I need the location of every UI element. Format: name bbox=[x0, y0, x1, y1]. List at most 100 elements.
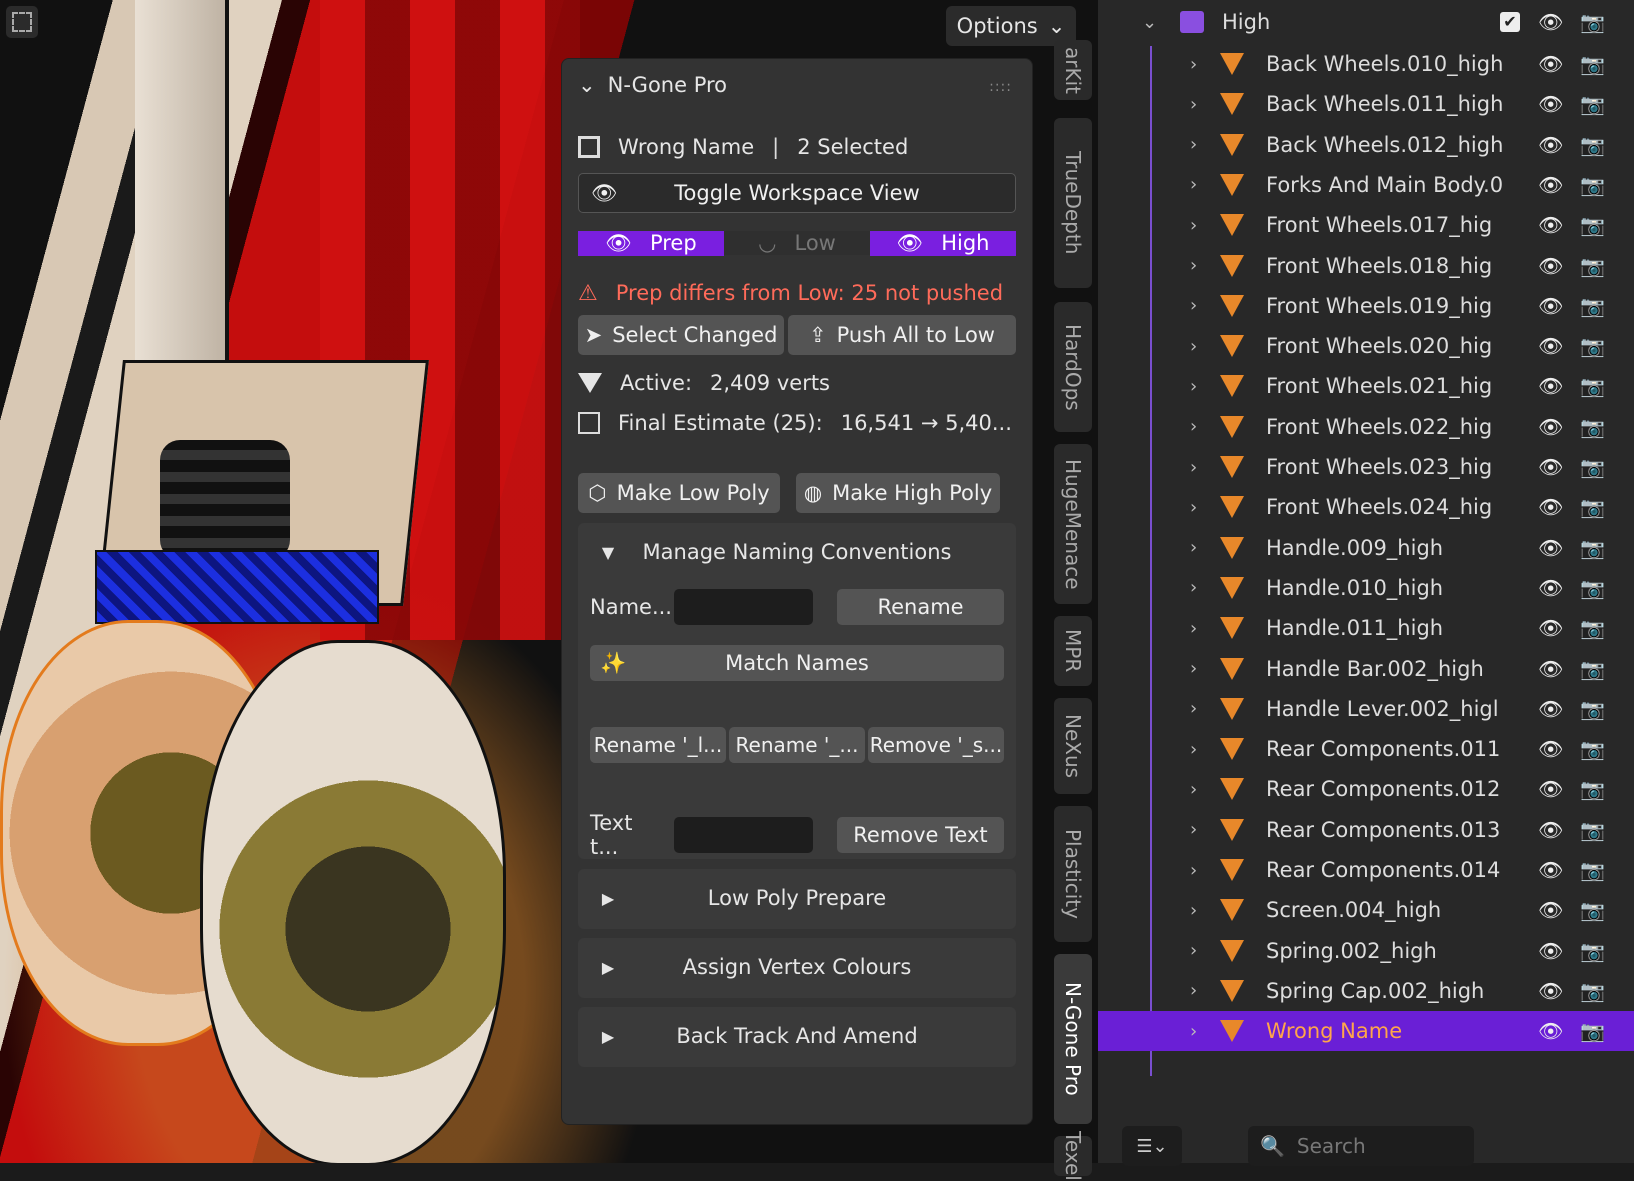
outliner-item[interactable]: › Handle.010_high 👁 📷 bbox=[1098, 568, 1634, 608]
camera-icon[interactable]: 📷 bbox=[1580, 777, 1605, 801]
outliner-item[interactable]: › Rear Components.012 👁 📷 bbox=[1098, 769, 1634, 809]
camera-icon[interactable]: 📷 bbox=[1580, 536, 1605, 560]
panel-header[interactable]: ⌄ N-Gone Pro bbox=[578, 73, 727, 97]
chevron-right-icon[interactable]: › bbox=[1190, 980, 1197, 1001]
eye-icon[interactable]: 👁 bbox=[1538, 173, 1563, 197]
tab-hugemenace[interactable]: HugeMenace bbox=[1054, 444, 1092, 604]
chevron-right-icon[interactable]: › bbox=[1190, 819, 1197, 840]
drag-grip-icon[interactable]: :::: bbox=[989, 79, 1012, 95]
camera-icon[interactable]: 📷 bbox=[1580, 133, 1605, 157]
chevron-right-icon[interactable]: › bbox=[1190, 255, 1197, 276]
chevron-right-icon[interactable]: › bbox=[1190, 215, 1197, 236]
collection-row-high[interactable]: ⌄ High ✔ 👁 📷 bbox=[1098, 2, 1634, 42]
tab-nexus[interactable]: NeXus bbox=[1054, 698, 1092, 794]
camera-icon[interactable]: 📷 bbox=[1580, 979, 1605, 1003]
select-changed-button[interactable]: ➤ Select Changed bbox=[578, 315, 784, 355]
chevron-right-icon[interactable]: › bbox=[1190, 658, 1197, 679]
make-high-poly-button[interactable]: ◍ Make High Poly bbox=[796, 473, 1000, 513]
tab-n-gone-pro[interactable]: N-Gone Pro bbox=[1054, 954, 1092, 1124]
remove-s-button[interactable]: Remove '_s... bbox=[868, 727, 1004, 763]
camera-icon[interactable]: 📷 bbox=[1580, 1019, 1605, 1043]
camera-icon[interactable]: 📷 bbox=[1580, 737, 1605, 761]
eye-icon[interactable]: 👁 bbox=[1538, 979, 1563, 1003]
eye-icon[interactable]: 👁 bbox=[1538, 10, 1563, 34]
chevron-right-icon[interactable]: › bbox=[1190, 779, 1197, 800]
chevron-right-icon[interactable]: › bbox=[1190, 376, 1197, 397]
camera-icon[interactable]: 📷 bbox=[1580, 254, 1605, 278]
outliner-item[interactable]: › Handle Bar.002_high 👁 📷 bbox=[1098, 649, 1634, 689]
camera-icon[interactable]: 📷 bbox=[1580, 898, 1605, 922]
chevron-right-icon[interactable]: › bbox=[1190, 174, 1197, 195]
camera-icon[interactable]: 📷 bbox=[1580, 294, 1605, 318]
outliner-item[interactable]: › Front Wheels.024_hig 👁 📷 bbox=[1098, 487, 1634, 527]
eye-icon[interactable]: 👁 bbox=[1538, 374, 1563, 398]
camera-icon[interactable]: 📷 bbox=[1580, 415, 1605, 439]
outliner-item[interactable]: › Handle.009_high 👁 📷 bbox=[1098, 528, 1634, 568]
eye-icon[interactable]: 👁 bbox=[1538, 737, 1563, 761]
eye-icon[interactable]: 👁 bbox=[1538, 818, 1563, 842]
eye-icon[interactable]: 👁 bbox=[1538, 1019, 1563, 1043]
tab-texel[interactable]: Texel bbox=[1054, 1131, 1092, 1181]
outliner-item[interactable]: › Handle Lever.002_higl 👁 📷 bbox=[1098, 689, 1634, 729]
eye-icon[interactable]: 👁 bbox=[1538, 616, 1563, 640]
eye-icon[interactable]: 👁 bbox=[1538, 777, 1563, 801]
tab-mpr[interactable]: MPR bbox=[1054, 616, 1092, 686]
tab-hardops[interactable]: HardOps bbox=[1054, 302, 1092, 432]
outliner-item[interactable]: › Rear Components.014 👁 📷 bbox=[1098, 850, 1634, 890]
chevron-right-icon[interactable]: › bbox=[1190, 295, 1197, 316]
eye-icon[interactable]: 👁 bbox=[1538, 858, 1563, 882]
chevron-right-icon[interactable]: › bbox=[1190, 1021, 1197, 1042]
camera-icon[interactable]: 📷 bbox=[1580, 858, 1605, 882]
outliner-item[interactable]: › Front Wheels.018_hig 👁 📷 bbox=[1098, 246, 1634, 286]
camera-icon[interactable]: 📷 bbox=[1580, 173, 1605, 197]
prep-toggle[interactable]: 👁 Prep bbox=[578, 230, 724, 256]
outliner-item[interactable]: › Front Wheels.019_hig 👁 📷 bbox=[1098, 286, 1634, 326]
back-track-section[interactable]: ▶ Back Track And Amend bbox=[578, 1007, 1016, 1067]
eye-icon[interactable]: 👁 bbox=[1538, 939, 1563, 963]
camera-icon[interactable]: 📷 bbox=[1580, 818, 1605, 842]
eye-icon[interactable]: 👁 bbox=[1538, 495, 1563, 519]
outliner-item[interactable]: › Rear Components.011 👁 📷 bbox=[1098, 729, 1634, 769]
chevron-right-icon[interactable]: › bbox=[1190, 900, 1197, 921]
eye-icon[interactable]: 👁 bbox=[1538, 536, 1563, 560]
camera-icon[interactable]: 📷 bbox=[1580, 657, 1605, 681]
rename-button[interactable]: Rename bbox=[837, 589, 1004, 625]
outliner-item[interactable]: › Front Wheels.017_hig 👁 📷 bbox=[1098, 205, 1634, 245]
chevron-right-icon[interactable]: › bbox=[1190, 54, 1197, 75]
chevron-right-icon[interactable]: › bbox=[1190, 134, 1197, 155]
eye-icon[interactable]: 👁 bbox=[1538, 213, 1563, 237]
tab-arkit[interactable]: arKit bbox=[1054, 40, 1092, 100]
toggle-workspace-button[interactable]: 👁 Toggle Workspace View bbox=[578, 173, 1016, 213]
chevron-right-icon[interactable]: › bbox=[1190, 457, 1197, 478]
camera-icon[interactable]: 📷 bbox=[1580, 52, 1605, 76]
eye-icon[interactable]: 👁 bbox=[1538, 576, 1563, 600]
outliner-item[interactable]: › Wrong Name 👁 📷 bbox=[1098, 1011, 1634, 1052]
outliner-item[interactable]: › Back Wheels.010_high 👁 📷 bbox=[1098, 44, 1634, 84]
eye-icon[interactable]: 👁 bbox=[1538, 92, 1563, 116]
chevron-right-icon[interactable]: › bbox=[1190, 698, 1197, 719]
checkbox-icon[interactable]: ✔ bbox=[1500, 12, 1520, 32]
chevron-right-icon[interactable]: › bbox=[1190, 577, 1197, 598]
high-toggle[interactable]: 👁 High bbox=[870, 230, 1016, 256]
chevron-right-icon[interactable]: › bbox=[1190, 537, 1197, 558]
chevron-right-icon[interactable]: › bbox=[1190, 618, 1197, 639]
remove-text-button[interactable]: Remove Text bbox=[836, 817, 1004, 853]
eye-icon[interactable]: 👁 bbox=[1538, 133, 1563, 157]
camera-icon[interactable]: 📷 bbox=[1580, 616, 1605, 640]
chevron-right-icon[interactable]: › bbox=[1190, 860, 1197, 881]
outliner-item[interactable]: › Rear Components.013 👁 📷 bbox=[1098, 810, 1634, 850]
low-toggle[interactable]: ◡ Low bbox=[724, 231, 870, 255]
eye-icon[interactable]: 👁 bbox=[1538, 657, 1563, 681]
camera-icon[interactable]: 📷 bbox=[1580, 92, 1605, 116]
eye-icon[interactable]: 👁 bbox=[1538, 455, 1563, 479]
select-mode-button[interactable] bbox=[6, 6, 38, 38]
outliner-item[interactable]: › Back Wheels.012_high 👁 📷 bbox=[1098, 125, 1634, 165]
outliner-item[interactable]: › Back Wheels.011_high 👁 📷 bbox=[1098, 84, 1634, 124]
eye-icon[interactable]: 👁 bbox=[1538, 334, 1563, 358]
chevron-right-icon[interactable]: › bbox=[1190, 94, 1197, 115]
chevron-right-icon[interactable]: › bbox=[1190, 416, 1197, 437]
tab-truedepth[interactable]: TrueDepth bbox=[1054, 118, 1092, 288]
push-all-to-low-button[interactable]: ⇪ Push All to Low bbox=[788, 315, 1016, 355]
text-input[interactable] bbox=[673, 817, 813, 853]
eye-icon[interactable]: 👁 bbox=[1538, 697, 1563, 721]
